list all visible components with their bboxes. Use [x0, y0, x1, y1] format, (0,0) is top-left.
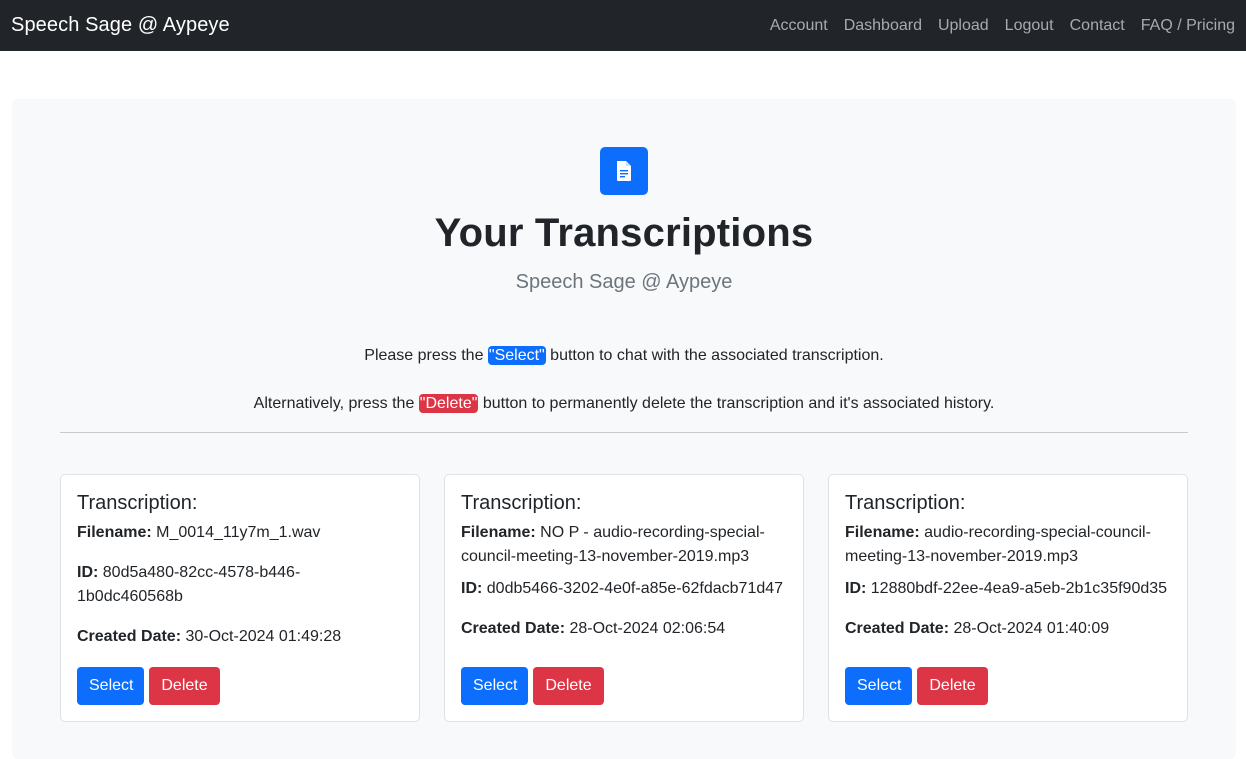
navbar: Speech Sage @ Aypeye Account Dashboard U… — [0, 0, 1246, 51]
id-field: ID: 12880bdf-22ee-4ea9-a5eb-2b1c35f90d35 — [845, 577, 1171, 601]
id-label: ID: — [845, 580, 867, 597]
nav-account[interactable]: Account — [770, 17, 828, 35]
transcription-card: Transcription: Filename: M_0014_11y7m_1.… — [60, 474, 420, 722]
instruction-text: Please press the — [364, 347, 488, 364]
divider — [60, 432, 1188, 433]
created-value: 28-Oct-2024 01:40:09 — [953, 620, 1110, 637]
created-label: Created Date: — [461, 620, 566, 637]
created-field: Created Date: 28-Oct-2024 01:40:09 — [845, 617, 1171, 641]
card-actions: Select Delete — [845, 667, 988, 705]
id-value: d0db5466-3202-4e0f-a85e-62fdacb71d47 — [486, 580, 784, 597]
filename-label: Filename: — [77, 524, 152, 541]
created-value: 30-Oct-2024 01:49:28 — [185, 628, 342, 645]
page-subtitle: Speech Sage @ Aypeye — [515, 271, 733, 293]
filename-field: Filename: NO P - audio-recording-special… — [461, 521, 787, 569]
delete-button[interactable]: Delete — [149, 667, 220, 705]
created-label: Created Date: — [77, 628, 182, 645]
page-title: Your Transcriptions — [434, 211, 814, 255]
filename-field: Filename: M_0014_11y7m_1.wav — [77, 521, 403, 545]
id-value: 12880bdf-22ee-4ea9-a5eb-2b1c35f90d35 — [870, 580, 1168, 597]
created-field: Created Date: 30-Oct-2024 01:49:28 — [77, 625, 403, 649]
filename-field: Filename: audio-recording-special-counci… — [845, 521, 1171, 569]
delete-button[interactable]: Delete — [533, 667, 604, 705]
created-label: Created Date: — [845, 620, 950, 637]
created-value: 28-Oct-2024 02:06:54 — [569, 620, 726, 637]
card-title: Transcription: — [845, 492, 966, 514]
nav-contact[interactable]: Contact — [1070, 17, 1125, 35]
filename-value: M_0014_11y7m_1.wav — [156, 524, 321, 541]
card-title: Transcription: — [77, 492, 198, 514]
id-field: ID: d0db5466-3202-4e0f-a85e-62fdacb71d47 — [461, 577, 787, 601]
nav-logout[interactable]: Logout — [1005, 17, 1054, 35]
instruction-text: button to permanently delete the transcr… — [478, 395, 995, 412]
select-button[interactable]: Select — [845, 667, 912, 705]
card-title: Transcription: — [461, 492, 582, 514]
select-button[interactable]: Select — [77, 667, 144, 705]
main-panel: Your Transcriptions Speech Sage @ Aypeye… — [12, 99, 1236, 759]
nav-links: Account Dashboard Upload Logout Contact … — [770, 17, 1235, 35]
transcription-card: Transcription: Filename: audio-recording… — [828, 474, 1188, 722]
select-button[interactable]: Select — [461, 667, 528, 705]
instruction-text: Alternatively, press the — [253, 395, 419, 412]
filename-label: Filename: — [845, 524, 920, 541]
select-highlight: "Select" — [487, 346, 546, 365]
card-actions: Select Delete — [77, 667, 220, 705]
id-label: ID: — [461, 580, 483, 597]
filename-label: Filename: — [461, 524, 536, 541]
delete-highlight: "Delete" — [418, 394, 479, 413]
id-label: ID: — [77, 564, 99, 581]
document-icon — [600, 147, 648, 195]
brand-link[interactable]: Speech Sage @ Aypeye — [11, 14, 230, 37]
instruction-text: button to chat with the associated trans… — [545, 347, 884, 364]
nav-dashboard[interactable]: Dashboard — [844, 17, 922, 35]
instruction-delete: Alternatively, press the "Delete" button… — [12, 394, 1236, 413]
nav-faq-pricing[interactable]: FAQ / Pricing — [1141, 17, 1235, 35]
card-actions: Select Delete — [461, 667, 604, 705]
nav-upload[interactable]: Upload — [938, 17, 989, 35]
instruction-select: Please press the "Select" button to chat… — [12, 346, 1236, 365]
id-value: 80d5a480-82cc-4578-b446-1b0dc460568b — [77, 564, 301, 605]
id-field: ID: 80d5a480-82cc-4578-b446-1b0dc460568b — [77, 561, 403, 609]
delete-button[interactable]: Delete — [917, 667, 988, 705]
created-field: Created Date: 28-Oct-2024 02:06:54 — [461, 617, 787, 641]
transcription-card: Transcription: Filename: NO P - audio-re… — [444, 474, 804, 722]
